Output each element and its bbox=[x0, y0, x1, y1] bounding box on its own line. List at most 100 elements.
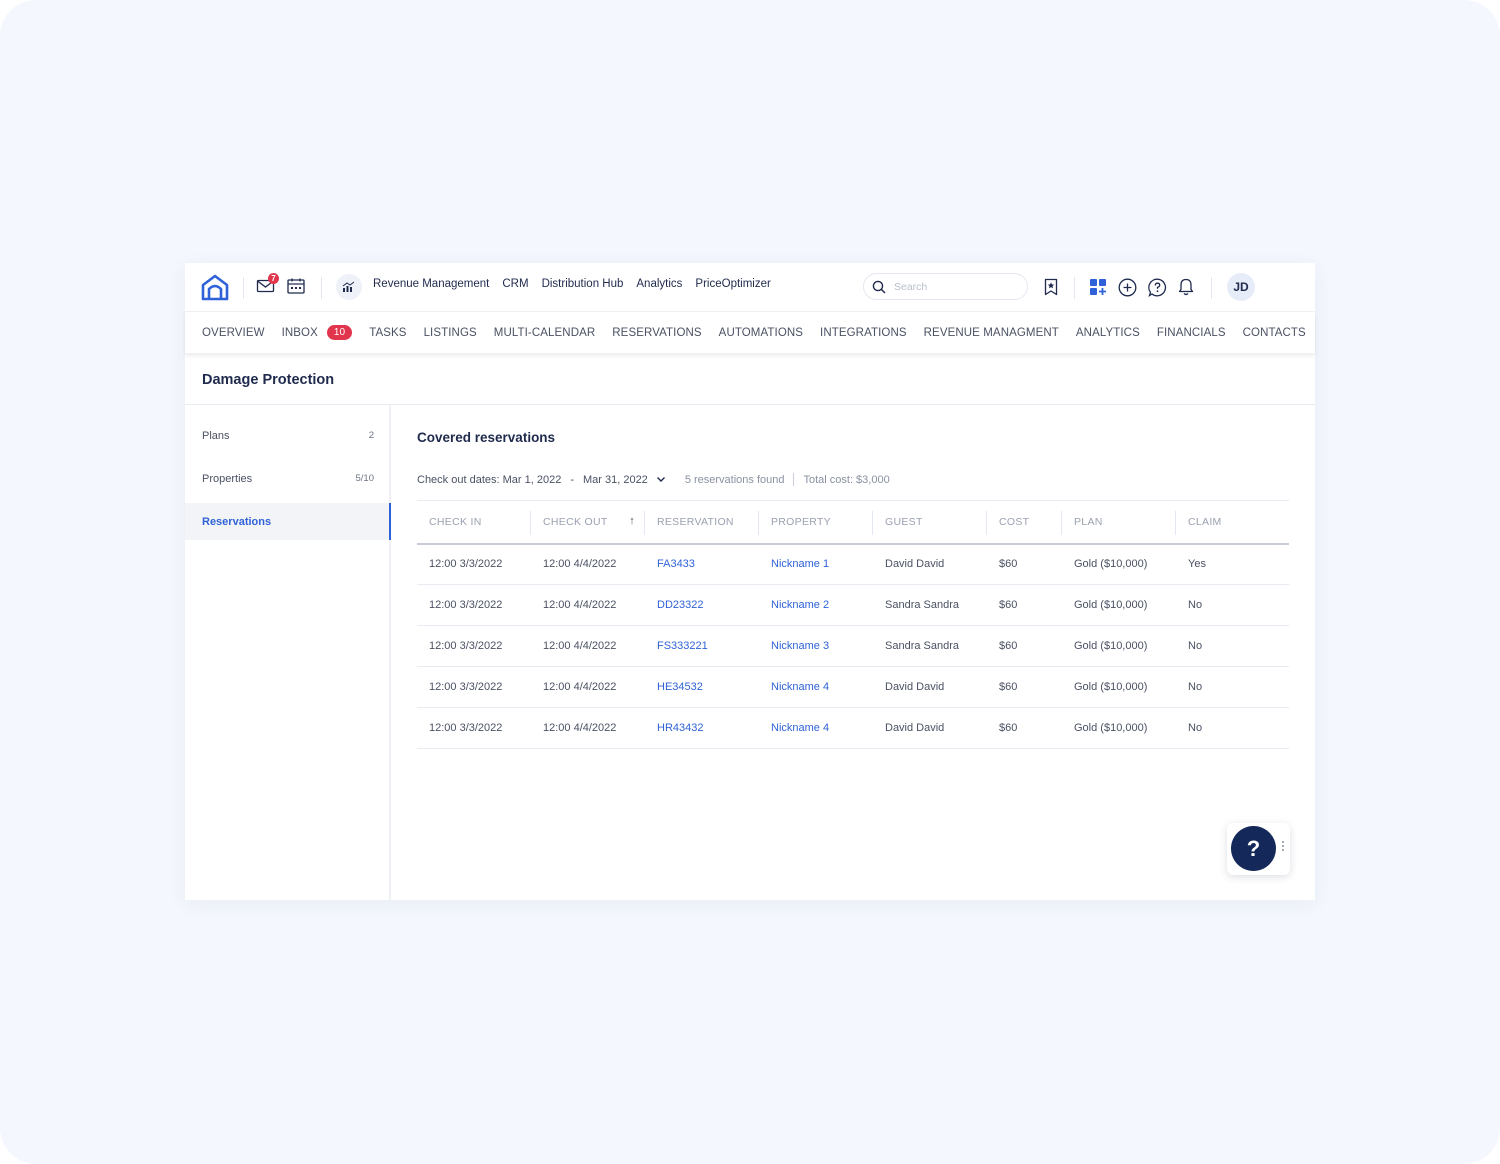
nav-financials[interactable]: FINANCIALS bbox=[1157, 327, 1226, 339]
nav-multi-calendar[interactable]: MULTI-CALENDAR bbox=[494, 327, 596, 339]
property-link[interactable]: Nickname 1 bbox=[759, 543, 873, 585]
sort-arrow-up-icon[interactable]: ↑ bbox=[629, 515, 635, 527]
cell-check-out: 12:00 4/4/2022 bbox=[531, 707, 645, 749]
cell-guest: Sandra Sandra bbox=[873, 584, 987, 626]
cell-check-in: 12:00 3/3/2022 bbox=[417, 625, 531, 667]
property-link[interactable]: Nickname 2 bbox=[759, 584, 873, 626]
bar-chart-icon bbox=[342, 281, 355, 292]
plus-circle-icon bbox=[1118, 278, 1136, 296]
revenue-management-button[interactable] bbox=[336, 274, 362, 300]
chevron-down-icon[interactable] bbox=[656, 476, 666, 483]
sidebar-item-reservations[interactable]: Reservations bbox=[185, 503, 391, 540]
reservation-link[interactable]: FS333221 bbox=[645, 625, 759, 667]
help-chat-button[interactable] bbox=[1147, 277, 1167, 297]
nav-automations[interactable]: AUTOMATIONS bbox=[719, 327, 803, 339]
cell-guest: David David bbox=[873, 707, 987, 749]
cell-cost: $60 bbox=[987, 707, 1062, 749]
toplink-distribution-hub[interactable]: Distribution Hub bbox=[542, 278, 624, 290]
column-header-reservation[interactable]: RESERVATION bbox=[645, 500, 759, 545]
cell-guest: David David bbox=[873, 543, 987, 585]
nav-tasks[interactable]: TASKS bbox=[369, 327, 406, 339]
column-header-claim[interactable]: CLAIM bbox=[1176, 500, 1289, 545]
bookmark-star-icon bbox=[1044, 278, 1058, 296]
reservation-link[interactable]: DD23322 bbox=[645, 584, 759, 626]
nav-revenue-managment[interactable]: REVENUE MANAGMENT bbox=[924, 327, 1059, 339]
nav-integrations[interactable]: INTEGRATIONS bbox=[820, 327, 907, 339]
reservation-link[interactable]: HR43432 bbox=[645, 707, 759, 749]
nav-overview[interactable]: OVERVIEW bbox=[202, 327, 265, 339]
cell-cost: $60 bbox=[987, 625, 1062, 667]
cell-cost: $60 bbox=[987, 666, 1062, 708]
cell-check-out: 12:00 4/4/2022 bbox=[531, 666, 645, 708]
saved-button[interactable] bbox=[1043, 277, 1059, 297]
property-link[interactable]: Nickname 3 bbox=[759, 625, 873, 667]
calendar-icon bbox=[287, 278, 305, 294]
help-widget: ? bbox=[1227, 823, 1290, 875]
nav-contacts[interactable]: CONTACTS bbox=[1243, 327, 1306, 339]
avatar[interactable]: JD bbox=[1227, 273, 1255, 301]
notifications-button[interactable] bbox=[1177, 277, 1195, 297]
date-filter-end[interactable]: Mar 31, 2022 bbox=[583, 474, 648, 486]
cell-guest: Sandra Sandra bbox=[873, 625, 987, 667]
column-header-check-in[interactable]: CHECK IN bbox=[417, 500, 531, 545]
reservation-link[interactable]: HE34532 bbox=[645, 666, 759, 708]
cell-plan: Gold ($10,000) bbox=[1062, 543, 1176, 585]
toplink-analytics[interactable]: Analytics bbox=[636, 278, 682, 290]
cell-plan: Gold ($10,000) bbox=[1062, 707, 1176, 749]
table-row[interactable]: 12:00 3/3/2022 12:00 4/4/2022 FA3433 Nic… bbox=[417, 543, 1289, 585]
sidebar-item-properties[interactable]: Properties 5/10 bbox=[185, 460, 391, 497]
nav-listings[interactable]: LISTINGS bbox=[424, 327, 477, 339]
apps-button[interactable] bbox=[1088, 277, 1108, 297]
cell-plan: Gold ($10,000) bbox=[1062, 584, 1176, 626]
bell-icon bbox=[1178, 278, 1194, 296]
cell-check-in: 12:00 3/3/2022 bbox=[417, 707, 531, 749]
question-chat-icon bbox=[1147, 278, 1166, 297]
cell-check-out: 12:00 4/4/2022 bbox=[531, 584, 645, 626]
column-header-guest[interactable]: GUEST bbox=[873, 500, 987, 545]
column-header-check-out[interactable]: CHECK OUT ↑ bbox=[531, 500, 645, 545]
date-filter-start[interactable]: Check out dates: Mar 1, 2022 bbox=[417, 474, 561, 486]
column-header-property[interactable]: PROPERTY bbox=[759, 500, 873, 545]
cell-cost: $60 bbox=[987, 543, 1062, 585]
help-button[interactable]: ? bbox=[1231, 826, 1276, 871]
cell-claim: No bbox=[1176, 625, 1289, 667]
toplink-revenue-management[interactable]: Revenue Management bbox=[373, 278, 489, 290]
table-row[interactable]: 12:00 3/3/2022 12:00 4/4/2022 HE34532 Ni… bbox=[417, 666, 1289, 708]
nav-reservations[interactable]: RESERVATIONS bbox=[612, 327, 701, 339]
mail-button[interactable]: 7 bbox=[256, 273, 279, 295]
sidebar: Plans 2 Properties 5/10 Reservations bbox=[185, 405, 391, 900]
toplink-crm[interactable]: CRM bbox=[502, 278, 528, 290]
page-header: Damage Protection bbox=[185, 356, 1315, 405]
nav-inbox-label: INBOX bbox=[281, 326, 318, 339]
toplink-priceoptimizer[interactable]: PriceOptimizer bbox=[695, 278, 770, 290]
reservation-link[interactable]: FA3433 bbox=[645, 543, 759, 585]
nav-analytics[interactable]: ANALYTICS bbox=[1076, 327, 1140, 339]
property-link[interactable]: Nickname 4 bbox=[759, 666, 873, 708]
sidebar-item-count: 2 bbox=[368, 430, 374, 441]
property-link[interactable]: Nickname 4 bbox=[759, 707, 873, 749]
table-row[interactable]: 12:00 3/3/2022 12:00 4/4/2022 DD23322 Ni… bbox=[417, 584, 1289, 626]
cell-plan: Gold ($10,000) bbox=[1062, 666, 1176, 708]
add-button[interactable] bbox=[1117, 277, 1137, 297]
section-title: Covered reservations bbox=[417, 430, 556, 445]
results-count: 5 reservations found bbox=[684, 473, 785, 486]
table-header-row: CHECK IN CHECK OUT ↑ RESERVATION PROPERTY… bbox=[417, 500, 1289, 545]
divider bbox=[321, 277, 322, 299]
column-header-cost[interactable]: COST bbox=[987, 500, 1062, 545]
column-header-plan[interactable]: PLAN bbox=[1062, 500, 1176, 545]
date-range-dash: - bbox=[570, 473, 574, 486]
home-logo-icon[interactable] bbox=[201, 274, 229, 301]
table-row[interactable]: 12:00 3/3/2022 12:00 4/4/2022 FS333221 N… bbox=[417, 625, 1289, 667]
sidebar-item-plans[interactable]: Plans 2 bbox=[185, 417, 391, 454]
cell-claim: No bbox=[1176, 584, 1289, 626]
nav-inbox[interactable]: INBOX 10 bbox=[282, 325, 353, 340]
cell-check-out: 12:00 4/4/2022 bbox=[531, 543, 645, 585]
calendar-button[interactable] bbox=[286, 277, 306, 295]
main-nav: OVERVIEW INBOX 10 TASKS LISTINGS MULTI-C… bbox=[185, 311, 1315, 353]
cell-check-in: 12:00 3/3/2022 bbox=[417, 584, 531, 626]
cell-check-in: 12:00 3/3/2022 bbox=[417, 543, 531, 585]
table-row[interactable]: 12:00 3/3/2022 12:00 4/4/2022 HR43432 Ni… bbox=[417, 707, 1289, 749]
drag-handle-icon[interactable] bbox=[1282, 841, 1284, 853]
divider bbox=[793, 473, 795, 486]
search-input[interactable] bbox=[894, 280, 1014, 293]
